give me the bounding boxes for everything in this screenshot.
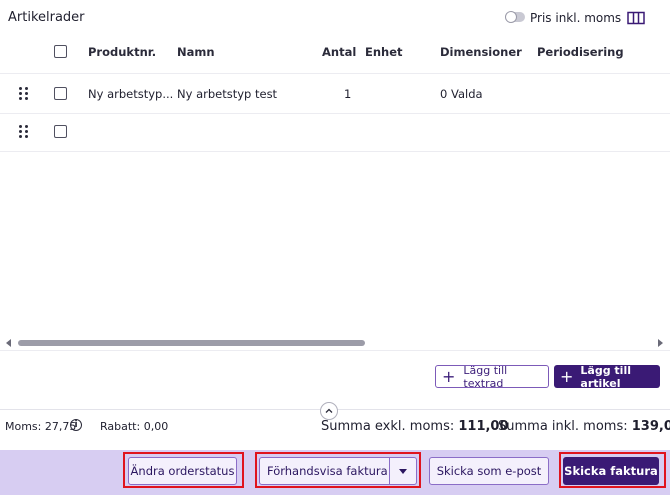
column-header-antal[interactable]: Antal	[322, 45, 356, 59]
toggle-knob	[505, 11, 517, 23]
scroll-right-arrow-icon[interactable]	[658, 339, 663, 347]
cell-antal[interactable]: 1	[344, 87, 351, 101]
row-checkbox[interactable]	[54, 87, 67, 100]
column-header-namn[interactable]: Namn	[177, 45, 215, 59]
row-checkbox[interactable]	[54, 125, 67, 138]
add-article-button[interactable]: + Lägg till artikel	[554, 363, 660, 390]
plus-icon: +	[560, 366, 574, 386]
price-incl-vat-toggle[interactable]	[505, 11, 525, 23]
select-all-checkbox[interactable]	[54, 45, 67, 58]
add-text-row-label: Lägg till textrad	[463, 363, 508, 390]
column-header-produktnr[interactable]: Produktnr.	[88, 45, 156, 59]
highlight-box	[123, 452, 244, 488]
info-icon[interactable]: i	[70, 419, 82, 431]
column-header-dimensioner[interactable]: Dimensioner	[440, 45, 522, 59]
columns-icon[interactable]	[627, 11, 645, 25]
discount-amount: Rabatt: 0,00	[100, 420, 169, 433]
highlight-box	[255, 452, 421, 488]
cell-dimensioner[interactable]: 0 Valda	[440, 87, 483, 101]
cell-produktnr[interactable]: Ny arbetstyp...	[88, 87, 173, 101]
scroll-left-arrow-icon[interactable]	[6, 339, 11, 347]
vat-amount: Moms: 27,75	[5, 420, 77, 433]
sum-incl-vat: Summa inkl. moms: 139,00	[498, 419, 670, 434]
sum-incl-vat-value: 139,00	[631, 419, 670, 434]
column-header-enhet[interactable]: Enhet	[365, 45, 403, 59]
section-title: Artikelrader	[8, 10, 85, 25]
plus-icon: +	[442, 366, 456, 386]
price-incl-vat-label: Pris inkl. moms	[530, 11, 622, 25]
send-as-email-button[interactable]: Skicka som e-post	[429, 457, 549, 485]
header-divider	[0, 73, 670, 74]
sum-excl-vat: Summa exkl. moms: 111,00	[321, 419, 509, 434]
add-text-row-button[interactable]: + Lägg till textrad	[435, 363, 549, 390]
row-divider	[0, 113, 670, 114]
drag-handle-icon[interactable]	[19, 125, 29, 139]
sum-excl-vat-label: Summa exkl. moms:	[321, 419, 455, 434]
scrollbar-thumb[interactable]	[18, 340, 365, 346]
sum-incl-vat-label: Summa inkl. moms:	[498, 419, 628, 434]
drag-handle-icon[interactable]	[19, 87, 29, 101]
chevron-up-icon	[325, 408, 333, 413]
row-divider	[0, 151, 670, 152]
add-article-label: Lägg till artikel	[580, 363, 631, 390]
collapse-summary-button[interactable]	[320, 402, 338, 420]
cell-namn[interactable]: Ny arbetstyp test	[177, 87, 277, 101]
table-bottom-divider	[0, 350, 670, 351]
highlight-box	[559, 452, 666, 488]
column-header-periodisering[interactable]: Periodisering	[537, 45, 624, 59]
